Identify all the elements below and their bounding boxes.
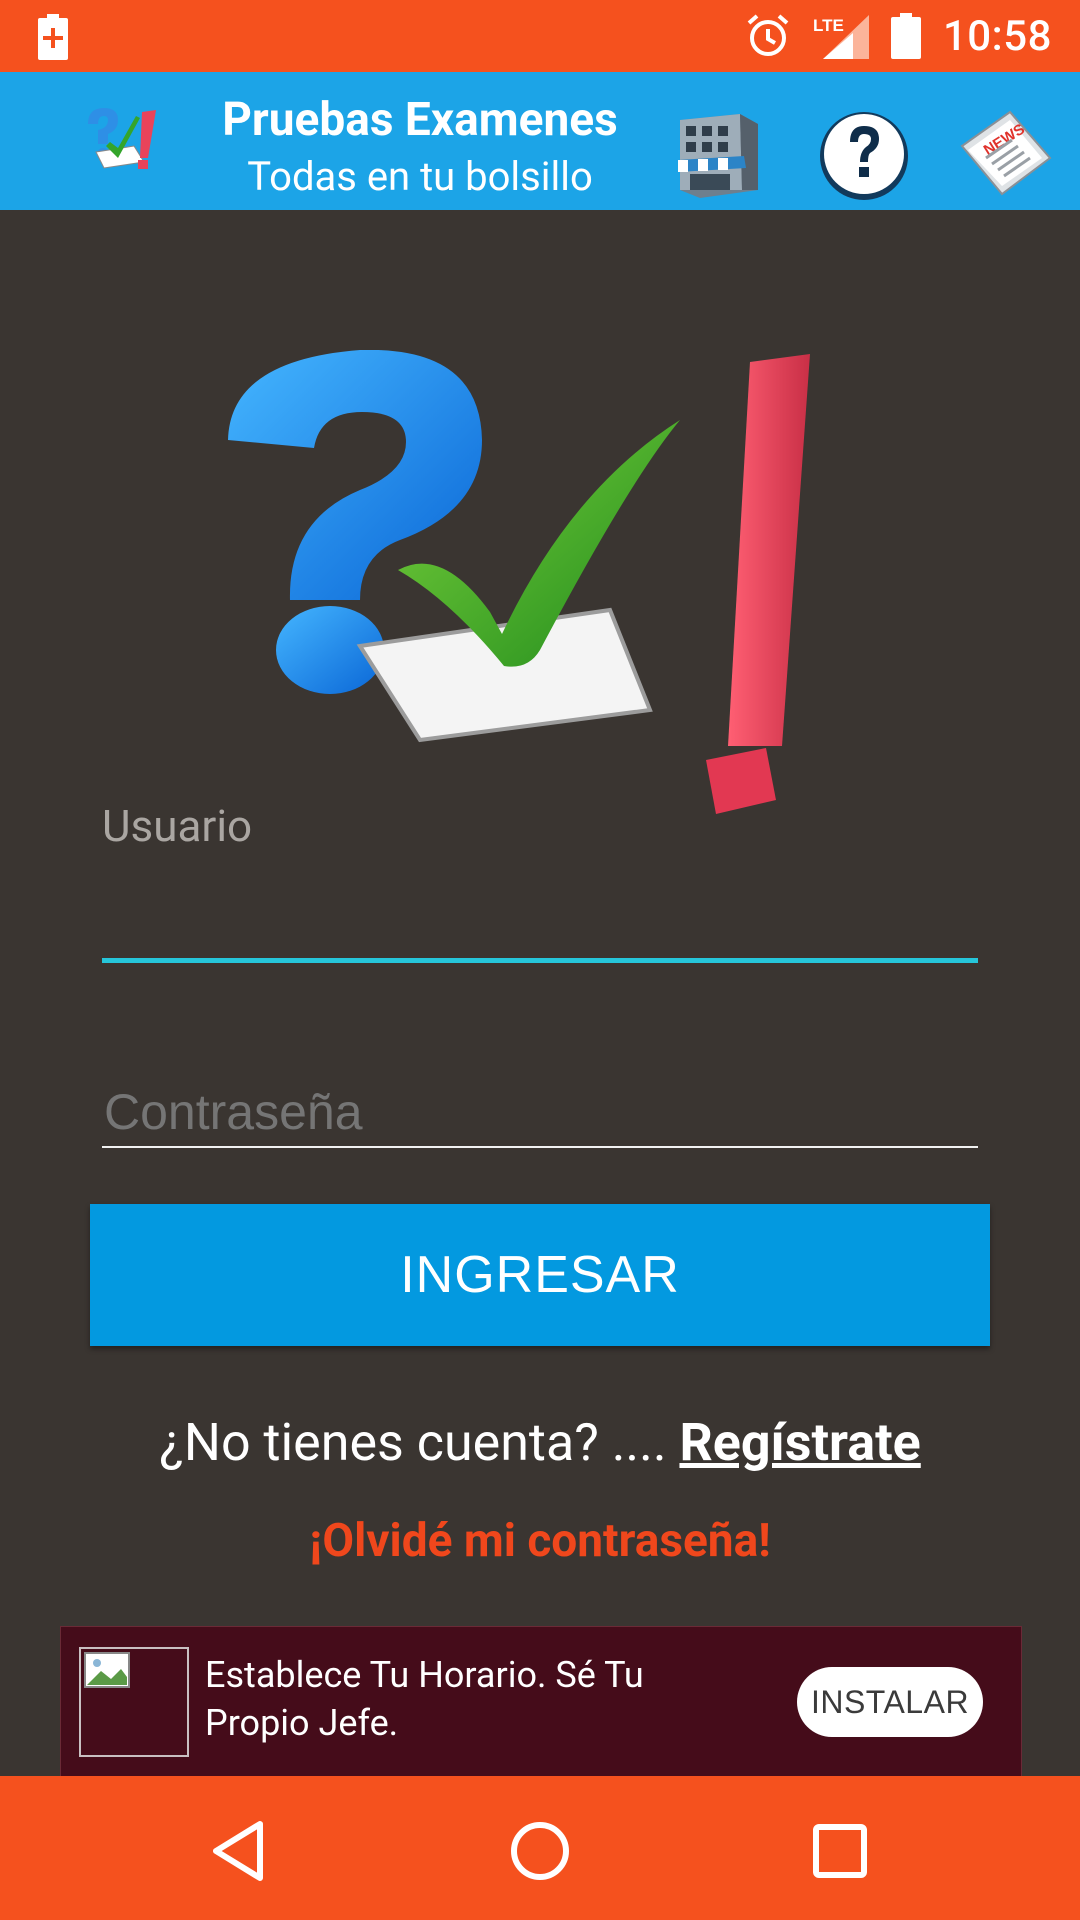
store-icon[interactable] [670, 106, 766, 202]
status-bar: LTE 10:58 [0, 0, 1080, 72]
svg-text:LTE: LTE [813, 16, 844, 35]
news-icon[interactable]: NEWS [958, 106, 1054, 202]
login-button[interactable]: INGRESAR [90, 1204, 990, 1346]
status-time: 10:58 [942, 11, 1052, 61]
broken-image-icon [79, 1647, 189, 1757]
password-underline [102, 1146, 978, 1148]
home-icon[interactable] [500, 1816, 580, 1886]
register-row: ¿No tienes cuenta? .... Regístrate [0, 1412, 1080, 1473]
back-icon[interactable] [200, 1816, 280, 1886]
navigation-bar [0, 1776, 1080, 1920]
lte-signal-icon: LTE [813, 15, 869, 59]
register-prompt: ¿No tienes cuenta? .... [159, 1412, 680, 1473]
hero-logo-illustration [228, 350, 810, 814]
password-input[interactable] [102, 1074, 982, 1150]
username-label: Usuario [102, 800, 253, 852]
forgot-password-link[interactable]: ¡Olvidé mi contraseña! [0, 1514, 1080, 1568]
ad-install-button[interactable]: INSTALAR [797, 1667, 983, 1737]
ad-banner[interactable]: Establece Tu Horario. Sé Tu Propio Jefe.… [60, 1626, 1022, 1778]
app-subtitle: Todas en tu bolsillo [247, 153, 593, 200]
username-input[interactable] [102, 880, 982, 942]
alarm-icon [747, 14, 789, 56]
username-underline [102, 958, 978, 963]
help-icon[interactable] [816, 106, 912, 202]
battery-icon [890, 13, 921, 59]
app-title: Pruebas Examenes [222, 93, 618, 147]
app-bar: Pruebas Examenes Todas en tu bolsillo NE… [0, 72, 1080, 210]
battery-saver-icon [38, 14, 68, 60]
app-logo-icon [88, 108, 156, 169]
register-link[interactable]: Regístrate [679, 1412, 920, 1473]
ad-text: Establece Tu Horario. Sé Tu Propio Jefe. [205, 1654, 644, 1744]
recents-icon[interactable] [800, 1816, 880, 1886]
